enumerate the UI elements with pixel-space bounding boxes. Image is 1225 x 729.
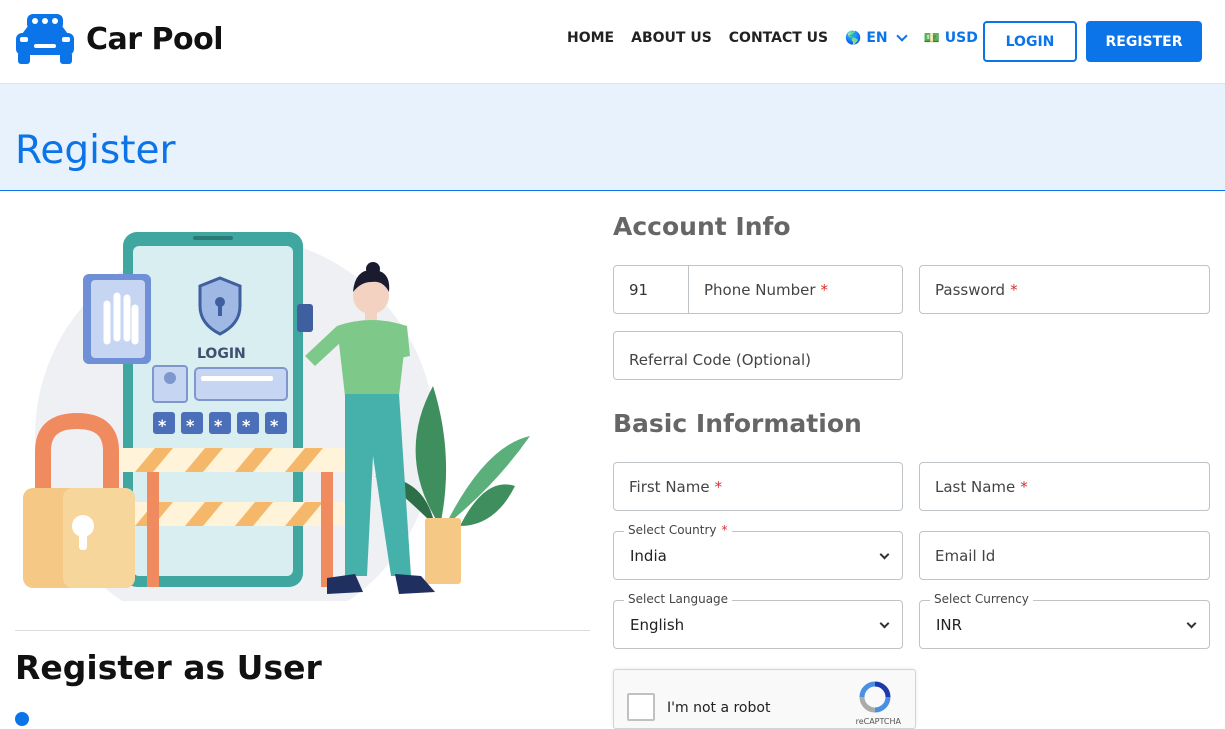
account-info-title: Account Info [613, 212, 791, 241]
logo[interactable]: Car Pool [14, 14, 224, 65]
required-mark: * [714, 477, 723, 496]
required-mark: * [820, 280, 829, 299]
first-name-placeholder: First Name [629, 477, 710, 496]
chevron-down-icon [879, 549, 890, 560]
captcha-label: I'm not a robot [667, 700, 771, 716]
country-value: India [630, 546, 667, 565]
chevron-down-icon [1186, 618, 1197, 629]
illustration-login-text: LOGIN [197, 346, 246, 362]
country-select[interactable]: Select Country * India [613, 523, 903, 580]
captcha-checkbox[interactable] [627, 693, 655, 721]
svg-text:*: * [158, 416, 167, 435]
money-icon: 💵 [923, 30, 940, 46]
password-field[interactable]: Password * [919, 265, 1210, 314]
phone-placeholder: Phone Number [704, 280, 816, 299]
chevron-down-icon [895, 30, 908, 42]
main-nav: HOME ABOUT US CONTACT US 🌎 EN 💵 USD [567, 30, 1014, 46]
svg-text:*: * [270, 416, 279, 435]
chevron-down-icon [879, 618, 890, 629]
svg-text:*: * [214, 416, 223, 435]
brand-name: Car Pool [86, 22, 224, 57]
phone-field[interactable]: 91 Phone Number * [613, 265, 903, 314]
country-label: Select Country * [624, 523, 732, 537]
register-button[interactable]: REGISTER [1086, 21, 1202, 62]
svg-text:*: * [242, 416, 251, 435]
globe-icon: 🌎 [845, 30, 862, 46]
language-label: Select Language [624, 592, 733, 606]
required-mark: * [1010, 280, 1018, 299]
svg-text:*: * [186, 416, 195, 435]
partial-bullet-item [15, 712, 575, 726]
page-banner: Register [0, 84, 1225, 191]
recaptcha-icon [859, 681, 891, 713]
language-value: EN [866, 30, 888, 46]
section-divider [15, 630, 590, 631]
language-selector[interactable]: 🌎 EN [845, 30, 908, 46]
email-field[interactable]: Email Id [919, 531, 1210, 580]
last-name-placeholder: Last Name [935, 477, 1016, 496]
referral-placeholder: Referral Code (Optional) [629, 350, 811, 369]
email-placeholder: Email Id [935, 546, 996, 565]
last-name-field[interactable]: Last Name * [919, 462, 1210, 511]
currency-value: USD [944, 30, 978, 46]
referral-code-field[interactable]: Referral Code (Optional) [613, 331, 903, 380]
car-logo-icon [16, 14, 74, 64]
nav-home[interactable]: HOME [567, 30, 614, 46]
required-mark: * [1020, 477, 1028, 496]
bullet-icon [15, 712, 29, 726]
currency-select-value: INR [936, 615, 963, 634]
register-illustration: LOGIN * * * * * [23, 232, 530, 601]
basic-information-title: Basic Information [613, 409, 862, 438]
nav-about-us[interactable]: ABOUT US [631, 30, 712, 46]
page-title: Register [15, 128, 176, 173]
recaptcha-widget: I'm not a robot reCAPTCHA [613, 669, 916, 729]
phone-prefix[interactable]: 91 [614, 266, 689, 313]
currency-select[interactable]: Select Currency INR [919, 592, 1210, 649]
language-select[interactable]: Select Language English [613, 592, 903, 649]
first-name-field[interactable]: First Name * [613, 462, 903, 511]
site-header: Car Pool HOME ABOUT US CONTACT US 🌎 EN 💵… [0, 0, 1225, 84]
currency-label: Select Currency [930, 592, 1033, 606]
nav-contact-us[interactable]: CONTACT US [729, 30, 828, 46]
language-value: English [630, 615, 685, 634]
register-as-user-heading: Register as User [15, 648, 322, 687]
login-button[interactable]: LOGIN [983, 21, 1077, 62]
password-placeholder: Password [935, 280, 1006, 299]
